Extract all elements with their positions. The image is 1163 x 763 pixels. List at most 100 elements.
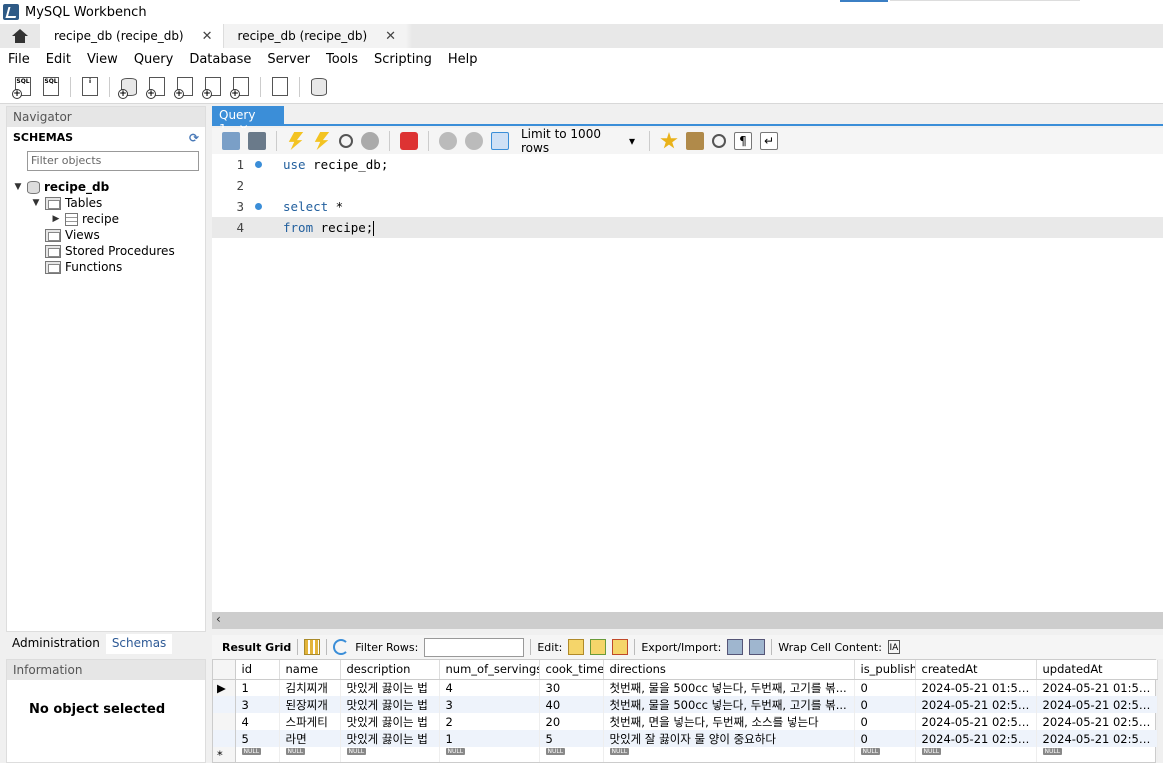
column-header-is-publish[interactable]: is_publish bbox=[854, 660, 916, 680]
table-row[interactable]: 4 스파게티 맛있게 끓이는 법 2 20 첫번째, 면을 넣는다, 두번째, … bbox=[213, 713, 1158, 730]
table-cell[interactable]: 스파게티 bbox=[279, 713, 341, 730]
export-icon[interactable] bbox=[727, 639, 744, 655]
table-cell[interactable]: 1 bbox=[235, 679, 280, 696]
table-cell[interactable]: 2024-05-21 02:50:51 bbox=[915, 713, 1037, 730]
tree-item-tables[interactable]: ▼ Tables bbox=[7, 195, 205, 211]
table-cell[interactable]: 3 bbox=[235, 696, 280, 713]
invisible-chars-icon[interactable]: ¶ bbox=[734, 132, 752, 150]
new-row[interactable]: * NULL NULL NULL NULL NULL NULL NULL NUL… bbox=[213, 747, 1158, 762]
column-header-description[interactable]: description bbox=[340, 660, 440, 680]
close-icon[interactable]: ✕ bbox=[385, 29, 396, 44]
table-cell[interactable]: 2024-05-21 02:50:51 bbox=[1036, 713, 1158, 730]
filter-objects-input[interactable]: Filter objects bbox=[27, 151, 199, 171]
table-cell[interactable]: 3 bbox=[439, 696, 540, 713]
table-cell[interactable]: 첫번째, 면을 넣는다, 두번째, 소스를 넣는다 bbox=[603, 713, 855, 730]
grid-view-icon[interactable] bbox=[304, 639, 321, 655]
menu-help[interactable]: Help bbox=[440, 52, 486, 67]
result-grid-label[interactable]: Result Grid bbox=[222, 641, 291, 654]
table-cell[interactable]: 5 bbox=[235, 730, 280, 747]
menu-edit[interactable]: Edit bbox=[38, 52, 79, 67]
tree-item-recipe-table[interactable]: ▶ recipe bbox=[7, 211, 205, 227]
table-cell[interactable]: 4 bbox=[439, 679, 540, 696]
wrap-lines-icon[interactable]: ↵ bbox=[760, 132, 778, 150]
column-header-id[interactable]: id bbox=[235, 660, 280, 680]
table-cell[interactable]: 1 bbox=[439, 730, 540, 747]
menu-database[interactable]: Database bbox=[181, 52, 259, 67]
commit-icon[interactable] bbox=[439, 132, 457, 150]
table-cell[interactable]: 김치찌개 bbox=[279, 679, 341, 696]
tree-item-stored-procedures[interactable]: Stored Procedures bbox=[7, 243, 205, 259]
inspector-button[interactable]: i bbox=[79, 75, 101, 99]
limit-rows-select[interactable]: Limit to 1000 rows ▾ bbox=[517, 127, 639, 155]
table-cell[interactable]: 맛있게 끓이는 법 bbox=[340, 679, 440, 696]
table-cell[interactable]: 맛있게 끓이는 법 bbox=[340, 730, 440, 747]
menu-server[interactable]: Server bbox=[259, 52, 318, 67]
table-cell[interactable]: 4 bbox=[235, 713, 280, 730]
scroll-left-icon[interactable]: ‹ bbox=[216, 612, 221, 626]
menu-file[interactable]: File bbox=[0, 52, 38, 67]
search-table-data-button[interactable] bbox=[269, 75, 291, 99]
menu-view[interactable]: View bbox=[79, 52, 126, 67]
reconnect-button[interactable] bbox=[308, 75, 330, 99]
create-procedure-button[interactable]: + bbox=[202, 75, 224, 99]
stop-on-error-icon[interactable] bbox=[400, 132, 418, 150]
table-cell[interactable]: 맛있게 끓이는 법 bbox=[340, 713, 440, 730]
table-cell[interactable]: 20 bbox=[539, 713, 604, 730]
save-icon[interactable] bbox=[248, 132, 266, 150]
table-cell[interactable]: 0 bbox=[854, 696, 916, 713]
rollback-icon[interactable] bbox=[465, 132, 483, 150]
add-row-icon[interactable] bbox=[590, 639, 607, 655]
create-view-button[interactable]: + bbox=[174, 75, 196, 99]
menu-scripting[interactable]: Scripting bbox=[366, 52, 440, 67]
autocommit-toggle-icon[interactable] bbox=[491, 132, 509, 150]
menu-tools[interactable]: Tools bbox=[318, 52, 366, 67]
wrap-cell-icon[interactable]: IA bbox=[887, 640, 900, 654]
refresh-icon[interactable] bbox=[333, 639, 350, 655]
table-cell[interactable]: 2024-05-21 01:58:09 bbox=[915, 679, 1037, 696]
create-schema-button[interactable]: + bbox=[118, 75, 140, 99]
table-cell[interactable]: 2 bbox=[439, 713, 540, 730]
column-header-updated-at[interactable]: updatedAt bbox=[1036, 660, 1158, 680]
table-cell[interactable]: 2024-05-21 01:58:09 bbox=[1036, 679, 1158, 696]
table-cell[interactable]: 2024-05-21 02:51:13 bbox=[1036, 730, 1158, 747]
import-icon[interactable] bbox=[749, 639, 766, 655]
table-cell[interactable]: 첫번째, 물을 500cc 넣는다, 두번째, 고기를 볶... bbox=[603, 679, 855, 696]
home-tab[interactable] bbox=[0, 24, 40, 48]
add-snippet-icon[interactable] bbox=[660, 132, 678, 149]
table-cell[interactable]: 0 bbox=[854, 713, 916, 730]
close-icon[interactable]: ✕ bbox=[202, 29, 213, 44]
refresh-icon[interactable]: ⟳ bbox=[189, 131, 199, 145]
filter-rows-input[interactable] bbox=[424, 637, 525, 657]
menu-query[interactable]: Query bbox=[126, 52, 182, 67]
table-cell[interactable]: 40 bbox=[539, 696, 604, 713]
table-cell[interactable]: 2024-05-21 02:50:13 bbox=[915, 696, 1037, 713]
column-header-created-at[interactable]: createdAt bbox=[915, 660, 1037, 680]
tab-administration[interactable]: Administration bbox=[6, 634, 106, 654]
tree-item-recipe-db[interactable]: ▼ recipe_db bbox=[7, 179, 205, 195]
table-cell[interactable]: 맛있게 잘 끓이자 물 양이 중요하다 bbox=[603, 730, 855, 747]
execute-icon[interactable] bbox=[288, 132, 304, 150]
expand-arrow-icon[interactable]: ▶ bbox=[51, 214, 61, 224]
table-row[interactable]: ▶ 1 김치찌개 맛있게 끓이는 법 4 30 첫번째, 물을 500cc 넣는… bbox=[213, 679, 1158, 696]
stop-icon[interactable] bbox=[361, 132, 379, 150]
table-cell[interactable]: 맛있게 끓이는 법 bbox=[340, 696, 440, 713]
column-header-num-of-servings[interactable]: num_of_servings bbox=[439, 660, 540, 680]
edit-row-icon[interactable] bbox=[568, 639, 585, 655]
tree-item-functions[interactable]: Functions bbox=[7, 259, 205, 275]
table-cell[interactable]: 첫번째, 물을 500cc 넣는다, 두번째, 고기를 볶... bbox=[603, 696, 855, 713]
table-cell[interactable]: 0 bbox=[854, 679, 916, 696]
delete-row-icon[interactable] bbox=[612, 639, 629, 655]
expand-arrow-icon[interactable]: ▼ bbox=[31, 198, 41, 208]
table-cell[interactable]: 30 bbox=[539, 679, 604, 696]
expand-arrow-icon[interactable]: ▼ bbox=[13, 182, 23, 192]
table-cell[interactable]: 0 bbox=[854, 730, 916, 747]
table-cell[interactable]: 2024-05-21 02:51:13 bbox=[915, 730, 1037, 747]
tab-schemas[interactable]: Schemas bbox=[105, 634, 173, 654]
explain-icon[interactable] bbox=[339, 134, 353, 148]
result-grid[interactable]: id name description num_of_servings cook… bbox=[212, 659, 1158, 763]
new-sql-tab-button[interactable]: SQL + bbox=[12, 75, 34, 99]
column-header-directions[interactable]: directions bbox=[603, 660, 855, 680]
tab-query-1[interactable]: Query 1✕ bbox=[212, 106, 284, 136]
open-sql-script-button[interactable]: SQL bbox=[40, 75, 62, 99]
open-file-icon[interactable] bbox=[222, 132, 240, 150]
